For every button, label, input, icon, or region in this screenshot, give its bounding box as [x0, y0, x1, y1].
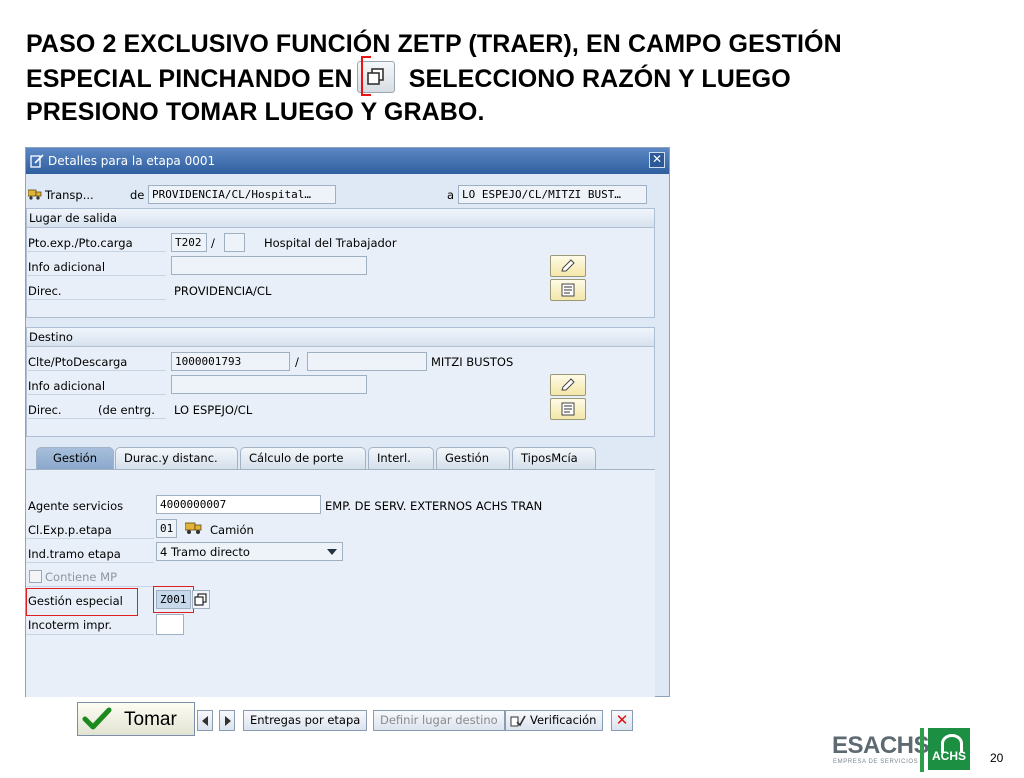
achs-logo-badge: ACHS — [928, 728, 970, 770]
from-location-field[interactable]: PROVIDENCIA/CL/Hospital… — [148, 185, 336, 204]
checkmark-icon — [82, 707, 112, 730]
selection-list-icon — [356, 56, 395, 96]
departure-edit-button[interactable] — [550, 255, 586, 277]
service-agent-name: EMP. DE SERV. EXTERNOS ACHS TRAN — [325, 499, 543, 513]
departure-address-label: Direc. — [28, 284, 62, 298]
destination-group-header: Destino — [27, 328, 654, 347]
previous-arrow-button[interactable] — [197, 710, 213, 731]
dialog-close-button[interactable]: ✕ — [649, 152, 665, 168]
tab-strip: Gestión Durac.y distanc. Cálculo de port… — [26, 447, 671, 469]
document-lines-icon — [561, 402, 575, 416]
leg-indicator-dropdown[interactable]: 4 Tramo directo — [156, 542, 343, 561]
service-agent-field[interactable]: 4000000007 — [156, 495, 321, 514]
dialog-title: Detalles para la etapa 0001 — [48, 154, 216, 168]
shipping-class-label: Cl.Exp.p.etapa — [28, 523, 112, 537]
cancel-button[interactable]: ✕ — [611, 710, 633, 731]
shipping-class-field[interactable]: 01 — [156, 519, 177, 538]
destination-address-value: LO ESPEJO/CL — [174, 403, 253, 417]
document-lines-icon — [561, 283, 575, 297]
next-arrow-button[interactable] — [219, 710, 235, 731]
logo-sub-text: EMPRESA DE SERVICIOS — [833, 759, 919, 765]
incoterm-label: Incoterm impr. — [28, 618, 113, 632]
special-handling-label-highlight — [26, 588, 138, 616]
destination-address-sub: (de entrg. — [98, 403, 155, 417]
departure-group-header: Lugar de salida — [27, 209, 654, 228]
special-handling-field-highlight — [153, 586, 194, 613]
define-destination-button[interactable]: Definir lugar destino — [373, 710, 505, 731]
shipping-point-field[interactable]: T202 — [171, 233, 207, 252]
destination-info-field[interactable] — [171, 375, 367, 394]
loading-point-field[interactable] — [224, 233, 245, 252]
special-handling-valuehelp-button[interactable] — [192, 590, 210, 609]
pencil-icon — [561, 378, 575, 391]
contains-mp-checkbox[interactable] — [29, 570, 42, 583]
to-label: a — [447, 188, 455, 202]
esachs-logo: ESACHS EMPRESA DE SERVICIOS ACHS — [832, 728, 972, 772]
departure-address-value: PROVIDENCIA/CL — [174, 284, 272, 298]
destination-info-label: Info adicional — [28, 379, 106, 393]
departure-info-label: Info adicional — [28, 260, 106, 274]
tab-gestion-2[interactable]: Gestión — [436, 447, 510, 469]
title-line-2a: ESPECIAL PINCHANDO EN — [26, 65, 353, 93]
tab-freight-calculation[interactable]: Cálculo de porte — [240, 447, 366, 469]
title-line-2: ESPECIAL PINCHANDO EN SELECCIONO RAZÓN Y … — [26, 56, 986, 96]
title-line-3: PRESIONO TOMAR LUEGO Y GRABO. — [26, 98, 485, 126]
edit-document-icon — [30, 154, 44, 168]
title-line-2b: SELECCIONO RAZÓN Y LUEGO — [408, 65, 791, 93]
separator-slash: / — [211, 236, 215, 250]
take-button[interactable]: Tomar — [77, 702, 195, 736]
shipping-class-name: Camión — [210, 523, 254, 537]
take-button-label: Tomar — [124, 709, 177, 730]
shipping-point-label: Pto.exp./Pto.carga — [28, 236, 133, 250]
from-label: de — [130, 188, 145, 202]
dialog-titlebar: Detalles para la etapa 0001 — [26, 148, 669, 174]
verification-icon — [510, 715, 526, 727]
verification-button-label: Verificación — [530, 713, 597, 727]
slide-title: PASO 2 EXCLUSIVO FUNCIÓN ZETP (TRAER), E… — [26, 28, 986, 129]
departure-address-button[interactable] — [550, 279, 586, 301]
tab-gestion[interactable]: Gestión — [36, 447, 114, 469]
unloading-point-field[interactable] — [307, 352, 427, 371]
to-location-field[interactable]: LO ESPEJO/CL/MITZI BUST… — [458, 185, 647, 204]
truck-icon — [185, 522, 202, 534]
page-number: 20 — [990, 751, 1004, 765]
leg-indicator-value: 4 Tramo directo — [160, 545, 250, 559]
incoterm-field[interactable] — [156, 614, 184, 635]
title-line-1: PASO 2 EXCLUSIVO FUNCIÓN ZETP (TRAER), E… — [26, 30, 842, 58]
selection-list-icon — [194, 593, 207, 606]
logo-divider — [920, 728, 924, 772]
tab-material-types[interactable]: TiposMcía — [512, 447, 596, 469]
separator-slash: / — [295, 355, 299, 369]
tab-partners[interactable]: Interl. — [368, 447, 434, 469]
destination-edit-button[interactable] — [550, 374, 586, 396]
verification-button[interactable]: Verificación — [505, 710, 604, 731]
tab-duration-distance[interactable]: Durac.y distanc. — [115, 447, 238, 469]
stage-details-dialog: Detalles para la etapa 0001 ✕ Transp... … — [25, 147, 670, 697]
service-agent-label: Agente servicios — [28, 499, 124, 513]
transport-label: Transp... — [45, 188, 94, 202]
shipping-point-name: Hospital del Trabajador — [264, 236, 397, 250]
logo-main-text: ESACHS — [832, 732, 930, 759]
ship-to-field[interactable]: 1000001793 — [171, 352, 290, 371]
deliveries-per-stage-button[interactable]: Entregas por etapa — [243, 710, 368, 731]
leg-indicator-label: Ind.tramo etapa — [28, 547, 121, 561]
ship-to-label: Clte/PtoDescarga — [28, 355, 128, 369]
destination-address-button[interactable] — [550, 398, 586, 420]
dropdown-arrow-icon — [327, 549, 337, 555]
dialog-toolbar: Tomar Entregas por etapa Definir lugar d… — [25, 700, 637, 736]
ship-to-name: MITZI BUSTOS — [431, 355, 514, 369]
pencil-icon — [561, 259, 575, 272]
contains-mp-label: Contiene MP — [45, 570, 118, 584]
achs-logo-text: ACHS — [931, 749, 966, 763]
destination-address-label: Direc. — [28, 403, 62, 417]
truck-icon — [28, 189, 42, 200]
departure-info-field[interactable] — [171, 256, 367, 275]
